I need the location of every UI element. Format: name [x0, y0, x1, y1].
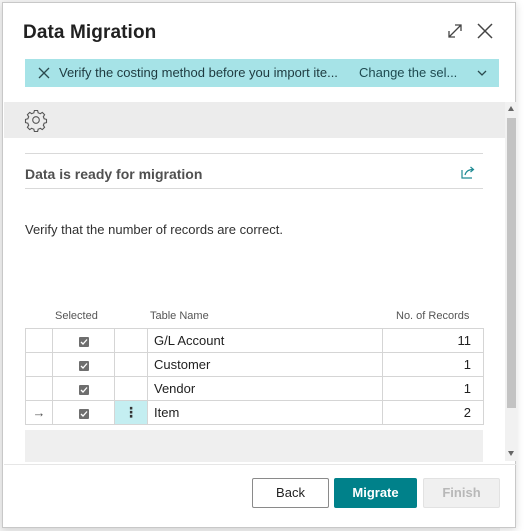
selected-checkbox[interactable]: [78, 360, 89, 371]
instructions-text: Verify that the number of records are co…: [25, 222, 283, 237]
section-title: Data is ready for migration: [25, 166, 203, 182]
table-row-current[interactable]: → ⋮ Item 2: [25, 400, 484, 425]
table-row[interactable]: G/L Account 11: [25, 328, 484, 353]
finish-button[interactable]: Finish: [423, 478, 500, 508]
back-button[interactable]: Back: [252, 478, 329, 508]
table-empty-area: [25, 430, 483, 462]
close-icon[interactable]: [475, 21, 495, 41]
notification-message: Verify the costing method before you imp…: [59, 65, 338, 80]
row-indicator: [25, 328, 53, 353]
footer-divider: [4, 464, 516, 465]
chevron-down-icon[interactable]: [476, 68, 488, 78]
scrollbar-thumb[interactable]: [507, 118, 516, 408]
records-table: G/L Account 11 Customer 1 Vendor 1 → ⋮ I…: [25, 328, 484, 425]
record-count-cell: 1: [382, 376, 484, 401]
table-row[interactable]: Customer 1: [25, 352, 484, 377]
row-indicator: [25, 352, 53, 377]
table-name-cell: Vendor: [147, 376, 383, 401]
expand-icon[interactable]: [445, 21, 465, 41]
table-name-cell: Item: [147, 400, 383, 425]
row-indicator: [25, 376, 53, 401]
action-bar: [4, 102, 506, 138]
column-header-selected[interactable]: Selected: [55, 310, 98, 322]
notification-action-link[interactable]: Change the sel...: [359, 65, 457, 80]
row-action-cell[interactable]: [114, 328, 148, 353]
selected-checkbox[interactable]: [78, 408, 89, 419]
selected-checkbox[interactable]: [78, 384, 89, 395]
table-row[interactable]: Vendor 1: [25, 376, 484, 401]
migrate-button[interactable]: Migrate: [334, 478, 417, 508]
row-actions-menu-icon[interactable]: ⋮: [124, 404, 138, 420]
current-row-arrow-icon: →: [25, 400, 53, 425]
column-header-records[interactable]: No. of Records: [396, 310, 469, 322]
selected-checkbox[interactable]: [78, 336, 89, 347]
table-name-cell: G/L Account: [147, 328, 383, 353]
record-count-cell: 1: [382, 352, 484, 377]
scroll-down-icon[interactable]: [508, 451, 514, 456]
dismiss-notification-icon[interactable]: [37, 66, 51, 80]
dialog-title: Data Migration: [23, 22, 157, 43]
column-header-table-name[interactable]: Table Name: [150, 310, 209, 322]
row-action-cell[interactable]: [114, 376, 148, 401]
section-divider-bottom: [25, 188, 483, 189]
data-migration-dialog: Data Migration Verify the costing method…: [2, 2, 517, 528]
vertical-scrollbar[interactable]: [505, 102, 517, 461]
row-action-cell[interactable]: [114, 352, 148, 377]
record-count-cell: 11: [382, 328, 484, 353]
record-count-cell: 2: [382, 400, 484, 425]
section-divider-top: [25, 153, 483, 154]
notification-bar: Verify the costing method before you imp…: [25, 59, 499, 87]
scroll-up-icon[interactable]: [508, 106, 514, 111]
table-name-cell: Customer: [147, 352, 383, 377]
share-icon[interactable]: [460, 164, 476, 180]
gear-icon[interactable]: [24, 108, 48, 132]
